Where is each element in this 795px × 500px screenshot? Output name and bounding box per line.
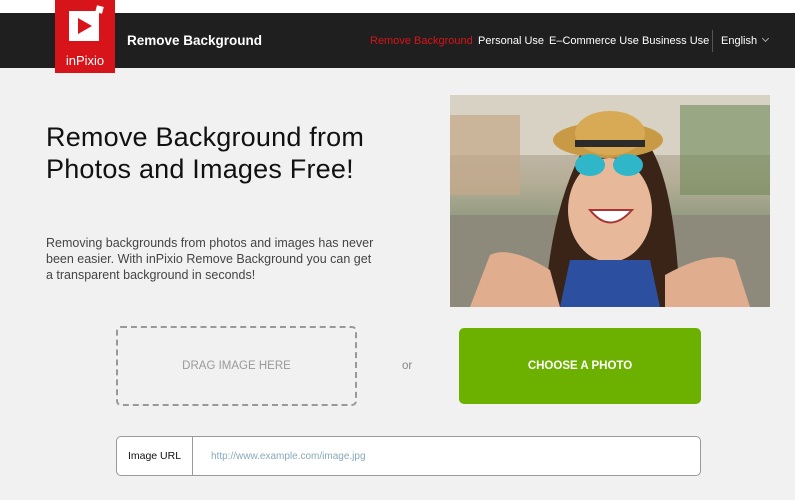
site-title: Remove Background xyxy=(127,33,263,48)
top-strip xyxy=(0,0,795,13)
logo-text: inPixio xyxy=(65,53,105,68)
inpixio-logo[interactable]: inPixio xyxy=(55,0,115,73)
drag-label: DRAG IMAGE HERE xyxy=(182,360,291,372)
nav-business-use[interactable]: Business Use xyxy=(642,35,709,47)
nav-remove-background[interactable]: Remove Background xyxy=(370,35,473,47)
or-label: or xyxy=(402,360,413,372)
choose-photo-button[interactable]: CHOOSE A PHOTO xyxy=(459,328,701,404)
language-selector[interactable]: English xyxy=(721,35,757,47)
image-url-field: Image URL xyxy=(116,436,701,476)
page-title: Remove Background from Photos and Images… xyxy=(46,122,365,184)
hero-photo xyxy=(450,95,770,307)
image-url-input[interactable] xyxy=(193,437,700,475)
nav-divider xyxy=(712,30,713,52)
header: Remove Background Remove Background Pers… xyxy=(0,13,795,68)
nav-ecommerce-use[interactable]: E–Commerce Use xyxy=(549,35,639,47)
nav-personal-use[interactable]: Personal Use xyxy=(478,35,544,47)
hero-description: Removing backgrounds from photos and ima… xyxy=(46,236,374,282)
drag-drop-zone[interactable]: DRAG IMAGE HERE xyxy=(116,326,357,406)
play-icon xyxy=(69,11,99,41)
image-url-label: Image URL xyxy=(117,437,193,475)
